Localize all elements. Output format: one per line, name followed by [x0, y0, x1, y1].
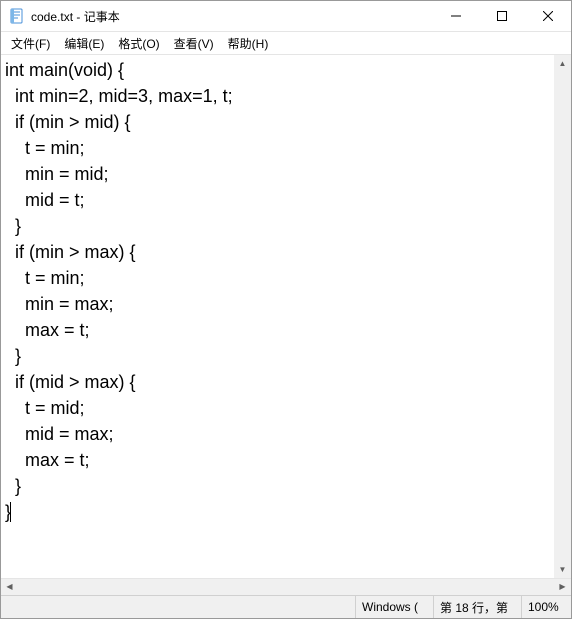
menu-help[interactable]: 帮助(H) [222, 33, 275, 54]
status-encoding: Windows ( [355, 596, 433, 618]
status-zoom: 100% [521, 596, 571, 618]
scroll-down-icon[interactable]: ▼ [554, 561, 571, 578]
menu-file[interactable]: 文件(F) [5, 33, 56, 54]
statusbar: Windows ( 第 18 行，第 100% [1, 595, 571, 618]
scroll-left-icon[interactable]: ◀ [1, 579, 18, 596]
status-cursor-position: 第 18 行，第 [433, 596, 521, 618]
window-title: code.txt - 记事本 [31, 8, 433, 25]
notepad-window: code.txt - 记事本 文件(F) 编辑(E) 格式(O) 查看(V) 帮… [0, 0, 572, 619]
titlebar[interactable]: code.txt - 记事本 [1, 1, 571, 32]
menu-view[interactable]: 查看(V) [168, 33, 220, 54]
scroll-up-icon[interactable]: ▲ [554, 55, 571, 72]
menu-edit[interactable]: 编辑(E) [58, 33, 110, 54]
menubar: 文件(F) 编辑(E) 格式(O) 查看(V) 帮助(H) [1, 32, 571, 54]
scroll-right-icon[interactable]: ▶ [554, 579, 571, 596]
vertical-scrollbar[interactable]: ▲ ▼ [554, 55, 571, 578]
text-editor[interactable]: int main(void) { int min=2, mid=3, max=1… [1, 55, 571, 578]
horizontal-scrollbar[interactable]: ◀ ▶ [1, 578, 571, 595]
maximize-button[interactable] [479, 1, 525, 31]
text-cursor [10, 502, 11, 522]
editor-area: int main(void) { int min=2, mid=3, max=1… [1, 54, 571, 595]
notepad-app-icon [9, 8, 25, 24]
minimize-button[interactable] [433, 1, 479, 31]
close-button[interactable] [525, 1, 571, 31]
vertical-scroll-track[interactable] [554, 72, 571, 561]
editor-content: int main(void) { int min=2, mid=3, max=1… [5, 60, 233, 522]
menu-format[interactable]: 格式(O) [112, 33, 165, 54]
window-controls [433, 1, 571, 31]
